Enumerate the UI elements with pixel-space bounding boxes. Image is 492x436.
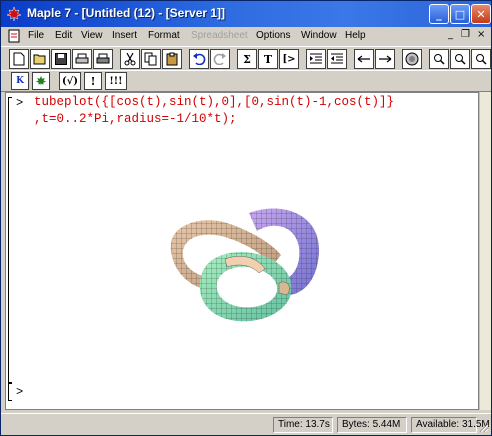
menu-file[interactable]: File [28, 30, 44, 41]
command-line-1[interactable]: tubeplot({[cos(t),sin(t),0],[0,sin(t)-1,… [34, 95, 394, 109]
zoom-fit-button[interactable] [471, 49, 491, 69]
document-icon[interactable] [7, 29, 21, 43]
check-syntax-button[interactable]: (√) [59, 72, 81, 90]
maximize-icon: □ [454, 7, 466, 21]
menu-format[interactable]: Format [148, 30, 180, 41]
printer-icon [75, 53, 89, 64]
menu-options[interactable]: Options [256, 30, 290, 41]
floppy-disk-icon [55, 53, 67, 65]
indent-icon [310, 53, 322, 64]
print-button[interactable] [72, 49, 92, 69]
empty-prompt-bracket[interactable] [8, 383, 12, 401]
paste-button[interactable] [162, 49, 182, 69]
tubeplot-3d-graphic[interactable] [161, 203, 331, 343]
clipboard-icon [166, 52, 178, 66]
maximize-button[interactable]: □ [450, 4, 470, 24]
insert-prompt-button[interactable]: [> [279, 49, 299, 69]
back-button[interactable] [354, 49, 374, 69]
execution-group-bracket[interactable] [8, 97, 12, 383]
magnifier-icon [476, 54, 487, 65]
magnifier-icon [434, 54, 445, 65]
maple-input-button[interactable] [32, 72, 50, 90]
maple-leaf-icon [35, 75, 47, 87]
new-document-icon [13, 52, 25, 66]
menu-insert[interactable]: Insert [112, 30, 137, 41]
exclamation-icon: ! [90, 74, 96, 88]
sigma-icon: Σ [243, 52, 251, 66]
triple-exclamation-icon: !!! [109, 75, 123, 87]
undo-button[interactable] [189, 49, 209, 69]
main-toolbar: Σ T [> [1, 46, 491, 72]
stop-button[interactable] [402, 49, 422, 69]
outdent-button[interactable] [327, 49, 347, 69]
cut-button[interactable] [120, 49, 140, 69]
close-button[interactable]: ✕ [471, 4, 491, 24]
forward-button[interactable] [375, 49, 395, 69]
redo-icon [213, 53, 226, 65]
command-line-2[interactable]: ,t=0..2*Pi,radius=-1/10*t); [34, 112, 237, 126]
save-button[interactable] [51, 49, 71, 69]
execute-all-button[interactable]: !!! [105, 72, 127, 90]
menu-window[interactable]: Window [301, 30, 337, 41]
mdi-close-icon[interactable]: × [477, 29, 485, 40]
status-available: Available: 31.5M [411, 417, 490, 433]
stop-icon [405, 52, 419, 66]
resize-grip-icon[interactable] [477, 421, 489, 433]
worksheet[interactable]: > tubeplot({[cos(t),sin(t),0],[0,sin(t)-… [5, 92, 479, 410]
menu-bar: File Edit View Insert Format Spreadsheet… [1, 27, 491, 45]
printer-icon [96, 53, 110, 64]
zoom-out-button[interactable] [450, 49, 470, 69]
math-input-button[interactable]: Σ [237, 49, 257, 69]
execute-button[interactable]: ! [84, 72, 102, 90]
menu-spreadsheet[interactable]: Spreadsheet [191, 30, 248, 41]
status-bar: Time: 13.7s Bytes: 5.44M Available: 31.5… [1, 413, 491, 435]
redo-button[interactable] [210, 49, 230, 69]
copy-icon [144, 52, 157, 66]
kernel-button[interactable]: K [11, 72, 29, 90]
title-bar[interactable]: Maple 7 - [Untitled (12) - [Server 1]] _… [1, 1, 491, 27]
maple-leaf-icon [6, 6, 22, 22]
minimize-icon: _ [436, 7, 442, 21]
outdent-icon [331, 53, 343, 64]
undo-icon [193, 53, 206, 65]
vertical-scrollbar[interactable] [479, 92, 491, 410]
input-prompt: > [16, 96, 24, 110]
menu-view[interactable]: View [81, 30, 103, 41]
scissors-icon [124, 52, 136, 66]
zoom-in-button[interactable] [429, 49, 449, 69]
mdi-minimize-icon[interactable]: _ [448, 29, 453, 40]
window-title: Maple 7 - [Untitled (12) - [Server 1]] [27, 6, 226, 20]
status-bytes: Bytes: 5.44M [337, 417, 407, 433]
context-toolbar: K (√) ! !!! [1, 70, 491, 92]
arrow-left-icon [357, 55, 370, 63]
arrow-right-icon [379, 55, 392, 63]
text-icon: T [263, 52, 273, 66]
menu-help[interactable]: Help [345, 30, 366, 41]
close-icon: ✕ [476, 7, 486, 21]
new-button[interactable] [9, 49, 29, 69]
menu-edit[interactable]: Edit [55, 30, 72, 41]
maple-window: Maple 7 - [Untitled (12) - [Server 1]] _… [0, 0, 492, 436]
magnifier-icon [455, 54, 466, 65]
mdi-restore-icon[interactable]: ❐ [461, 29, 470, 40]
indent-button[interactable] [306, 49, 326, 69]
minimize-button[interactable]: _ [429, 4, 449, 24]
open-button[interactable] [30, 49, 50, 69]
text-input-button[interactable]: T [258, 49, 278, 69]
copy-button[interactable] [141, 49, 161, 69]
empty-input-prompt[interactable]: > [16, 385, 23, 399]
prompt-icon: [> [282, 53, 296, 65]
kernel-icon: K [16, 76, 24, 86]
print-preview-button[interactable] [93, 49, 113, 69]
check-icon: (√) [61, 75, 79, 87]
status-time: Time: 13.7s [273, 417, 333, 433]
open-folder-icon [33, 54, 46, 65]
